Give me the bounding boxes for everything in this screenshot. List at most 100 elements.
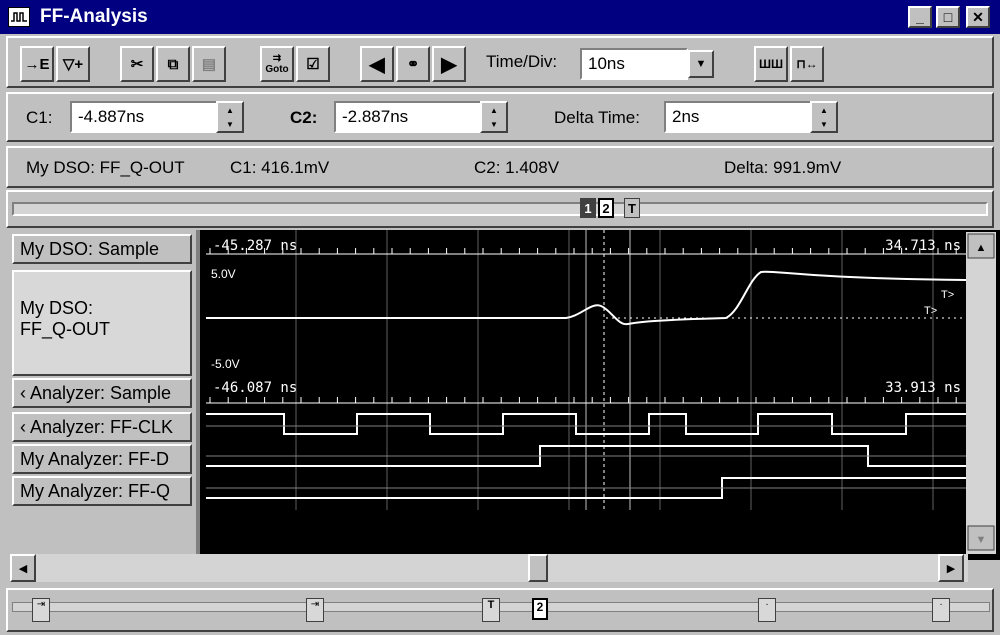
delta-time-value: 2ns [672,107,700,126]
readout-delta: Delta: 991.9mV [724,158,842,177]
dso-time-start: -45.287 ns [213,238,297,254]
cursor-bar: C1: -4.887ns ▲ ▼ C2: -2.887ns ▲ ▼ Delta Ti… [6,92,994,142]
chevron-down-icon: ▼ [695,58,707,70]
overview-marker-b[interactable]: · [758,598,776,622]
analyzer-time-end: 33.913 ns [885,380,961,396]
next-button[interactable]: ▶ [432,46,466,82]
close-icon: ✕ [972,8,984,25]
scroll-down-icon: ▼ [976,534,987,546]
c2-label: C2: [290,108,318,127]
paste-button[interactable]: ▤ [192,46,226,82]
minimize-button[interactable]: _ [908,6,932,28]
cut-button[interactable]: ✂ [120,46,154,82]
overview-marker-start[interactable]: ⇥ [32,598,50,622]
time-div-label: Time/Div: [486,52,558,71]
properties-icon: ☑ [306,56,320,73]
scroll-up-icon: ▲ [976,242,987,254]
find-button[interactable]: ⚭ [396,46,430,82]
minimize-icon: _ [916,9,924,25]
properties-button[interactable]: ☑ [296,46,330,82]
paste-icon: ▤ [201,56,217,73]
readout-source: My DSO: FF_Q-OUT [26,158,185,177]
arrow-left-icon: ◀ [369,53,385,76]
horizontal-scrollbar[interactable]: ◀ ▶ [10,554,968,582]
insert-trace-icon: →E [24,55,50,73]
readout-c1: C1: 416.1mV [230,158,330,177]
title-bar[interactable]: FF-Analysis _ □ ✕ [0,0,1000,34]
label-analyzer-ff-q-text: My Analyzer: FF-Q [20,480,171,501]
readout-bar: My DSO: FF_Q-OUT C1: 416.1mV C2: 1.408V … [6,146,994,188]
spin-down-icon[interactable]: ▼ [218,117,242,131]
horizontal-scroll-thumb[interactable] [528,554,548,582]
toolbar: →E ▽+ ✂ ⧉ ▤ ⇉ Goto ☑ ◀ ⚭ ▶ Time/Div: 10n… [6,36,994,88]
c2-input[interactable]: -2.887ns [334,101,482,133]
time-div-select[interactable]: 10ns [580,48,688,80]
c1-label: C1: [26,108,53,127]
zoom-in-icon: ШШ [758,57,784,71]
c1-input[interactable]: -4.887ns [70,101,218,133]
marker-dot-icon: · [939,599,943,610]
arrow-right-icon: ▶ [441,53,457,76]
marker-arrow-icon: ⇥ [310,599,320,610]
trigger-marker-label: T [628,200,636,216]
label-analyzer-sample[interactable]: ‹ Analyzer: Sample [12,378,192,408]
add-trace-icon: ▽+ [62,56,84,73]
label-analyzer-ff-q[interactable]: My Analyzer: FF-Q [12,476,192,506]
trigger-level-label-1: T> [941,289,954,301]
label-analyzer-ff-d-text: My Analyzer: FF-D [20,448,170,469]
marker-dot-icon: · [765,599,769,610]
marker-1-label: 1 [584,200,592,216]
maximize-button[interactable]: □ [936,6,960,28]
zoom-in-button[interactable]: ШШ [754,46,788,82]
c2-spinner[interactable]: ▲ ▼ [480,101,508,133]
time-div-value: 10ns [588,54,625,73]
insert-trace-button[interactable]: →E [20,46,54,82]
marker-1[interactable]: 1 [580,198,596,218]
scroll-left-button[interactable]: ◀ [10,554,36,582]
add-trace-button[interactable]: ▽+ [56,46,90,82]
c2-value: -2.887ns [342,107,409,126]
label-dso-sample-text: My DSO: Sample [20,238,160,259]
scroll-right-button[interactable]: ▶ [938,554,964,582]
overview-marker-2[interactable]: 2 [532,598,548,620]
delta-spinner[interactable]: ▲ ▼ [810,101,838,133]
label-analyzer-ff-clk[interactable]: ‹ Analyzer: FF-CLK [12,412,192,442]
window-title: FF-Analysis [40,6,148,27]
previous-button[interactable]: ◀ [360,46,394,82]
spin-up-icon[interactable]: ▲ [812,103,836,117]
spin-up-icon[interactable]: ▲ [218,103,242,117]
time-div-dropdown-button[interactable]: ▼ [688,50,714,78]
overview-marker-2-label: 2 [536,600,544,614]
delta-time-input[interactable]: 2ns [664,101,812,133]
spin-down-icon[interactable]: ▼ [812,117,836,131]
label-analyzer-ff-d[interactable]: My Analyzer: FF-D [12,444,192,474]
app-icon [8,7,30,27]
label-dso-sample[interactable]: My DSO: Sample [12,234,192,264]
overview-trigger-marker[interactable]: T [482,598,500,622]
overview-marker-a[interactable]: ⇥ [306,598,324,622]
binoculars-icon: ⚭ [406,56,420,73]
marker-strip[interactable]: 1 2 T [6,190,994,228]
trigger-level-label-2: T> [924,305,937,317]
overview-bar[interactable]: ⇥ ⇥ T 2 · · [6,588,994,632]
copy-icon: ⧉ [167,55,179,73]
delta-time-label: Delta Time: [554,108,640,127]
overview-marker-end[interactable]: · [932,598,950,622]
close-button[interactable]: ✕ [966,6,990,28]
overview-trigger-label: T [487,599,495,611]
zoom-out-button[interactable]: ⊓↔ [790,46,824,82]
trigger-marker[interactable]: T [624,198,640,218]
c1-value: -4.887ns [78,107,145,126]
label-analyzer-ff-clk-text: ‹ Analyzer: FF-CLK [20,416,174,437]
zoom-out-icon: ⊓↔ [796,57,818,71]
marker-2[interactable]: 2 [598,198,614,218]
spin-up-icon[interactable]: ▲ [482,103,506,117]
spin-down-icon[interactable]: ▼ [482,117,506,131]
label-analyzer-sample-text: ‹ Analyzer: Sample [20,382,172,403]
label-dso-ff-q-out[interactable]: My DSO: FF_Q-OUT [12,270,192,376]
goto-button[interactable]: ⇉ Goto [260,46,294,82]
c1-spinner[interactable]: ▲ ▼ [216,101,244,133]
cut-icon: ✂ [130,56,144,73]
analyzer-time-start: -46.087 ns [213,380,297,396]
copy-button[interactable]: ⧉ [156,46,190,82]
